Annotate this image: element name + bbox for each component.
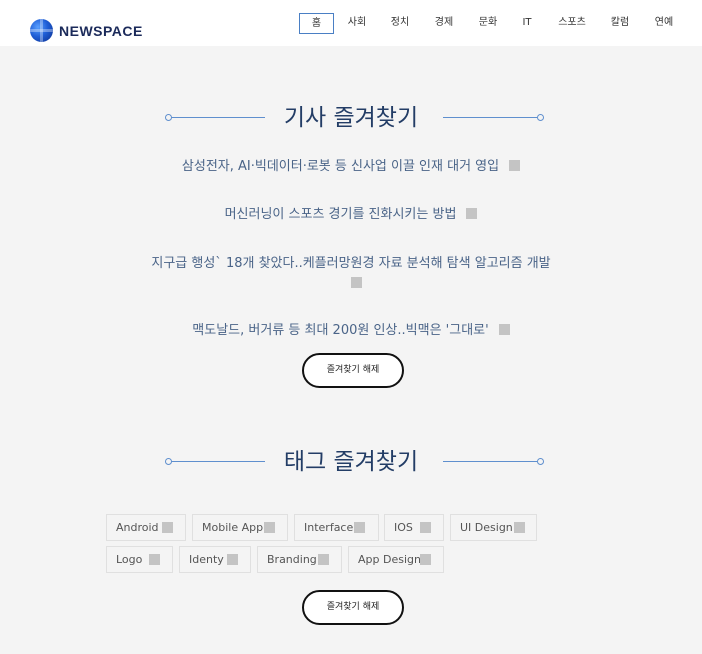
tag-checkbox-icon[interactable] [420, 522, 431, 533]
decor-dot [537, 458, 544, 465]
nav-item-politics[interactable]: 정치 [385, 13, 415, 34]
tag-checkbox-icon[interactable] [149, 554, 160, 565]
tag-checkbox-icon[interactable] [318, 554, 329, 565]
tag-label: Mobile App [202, 521, 264, 534]
tag-chip[interactable]: IOS [384, 514, 444, 541]
tag-label: App Design [358, 553, 421, 566]
article-item: 삼성전자, AI·빅데이터·로봇 등 신사업 이끌 인재 대거 영입 [0, 157, 702, 177]
nav-item-culture[interactable]: 문화 [473, 13, 503, 34]
nav-item-home[interactable]: 홈 [299, 13, 334, 34]
tag-chip[interactable]: App Design [348, 546, 444, 573]
decor-line [443, 461, 537, 462]
tag-checkbox-icon[interactable] [227, 554, 238, 565]
bookmark-checkbox-icon[interactable] [466, 208, 478, 219]
tags-section-header: 태그 즐겨찾기 [0, 447, 702, 477]
nav-item-sports[interactable]: 스포츠 [553, 13, 591, 34]
tag-label: UI Design [460, 521, 513, 534]
site-header: NEWSPACE 홈 사회 정치 경제 문화 IT 스포츠 칼럼 연예 [0, 0, 702, 46]
tag-chip[interactable]: Android [106, 514, 186, 541]
tag-checkbox-icon[interactable] [264, 522, 275, 533]
tag-chip[interactable]: Mobile App [192, 514, 288, 541]
nav-item-it[interactable]: IT [517, 13, 537, 34]
articles-section-header: 기사 즐겨찾기 [0, 103, 702, 133]
tags-section-title: 태그 즐겨찾기 [283, 449, 419, 475]
tag-chip[interactable]: Interface [294, 514, 379, 541]
article-item: 머신러닝이 스포츠 경기를 진화시키는 방법 [0, 205, 702, 225]
bookmark-checkbox-icon[interactable] [509, 160, 521, 171]
nav-item-society[interactable]: 사회 [342, 13, 372, 34]
tag-label: Logo [116, 553, 143, 566]
nav-item-column[interactable]: 칼럼 [605, 13, 635, 34]
bookmark-checkbox-icon[interactable] [498, 324, 510, 335]
tag-chip[interactable]: Logo [106, 546, 173, 573]
tag-label: Identy [189, 553, 224, 566]
article-link[interactable]: 머신러닝이 스포츠 경기를 진화시키는 방법 [225, 207, 457, 222]
decor-line [443, 117, 537, 118]
articles-section-title: 기사 즐겨찾기 [283, 105, 419, 131]
tag-label: Branding [267, 553, 317, 566]
tag-chip[interactable]: Identy [179, 546, 251, 573]
tag-checkbox-icon[interactable] [162, 522, 173, 533]
main-nav: 홈 사회 정치 경제 문화 IT 스포츠 칼럼 연예 [0, 13, 702, 34]
article-link[interactable]: 지구급 행성` 18개 찾았다..케플러망원경 자료 분석해 탐색 알고리즘 개… [151, 256, 550, 271]
article-item: 맥도날드, 버거류 등 최대 200원 인상..빅맥은 '그대로' [0, 321, 702, 341]
article-link[interactable]: 맥도날드, 버거류 등 최대 200원 인상..빅맥은 '그대로' [192, 323, 488, 338]
article-item: 지구급 행성` 18개 찾았다..케플러망원경 자료 분석해 탐색 알고리즘 개… [0, 254, 702, 294]
tag-label: IOS [394, 521, 413, 534]
tag-chip[interactable]: UI Design [450, 514, 537, 541]
bookmark-checkbox-icon[interactable] [350, 277, 362, 288]
decor-dot [537, 114, 544, 121]
tags-clear-button[interactable]: 즐겨찾기 해제 [302, 590, 404, 625]
tag-label: Android [116, 521, 159, 534]
tag-label: Interface [304, 521, 354, 534]
articles-clear-button[interactable]: 즐겨찾기 해제 [302, 353, 404, 388]
tag-checkbox-icon[interactable] [514, 522, 525, 533]
tag-checkbox-icon[interactable] [420, 554, 431, 565]
nav-item-entertainment[interactable]: 연예 [649, 13, 679, 34]
nav-item-economy[interactable]: 경제 [429, 13, 459, 34]
article-link[interactable]: 삼성전자, AI·빅데이터·로봇 등 신사업 이끌 인재 대거 영입 [182, 159, 499, 174]
tag-checkbox-icon[interactable] [354, 522, 365, 533]
tag-chip[interactable]: Branding [257, 546, 342, 573]
